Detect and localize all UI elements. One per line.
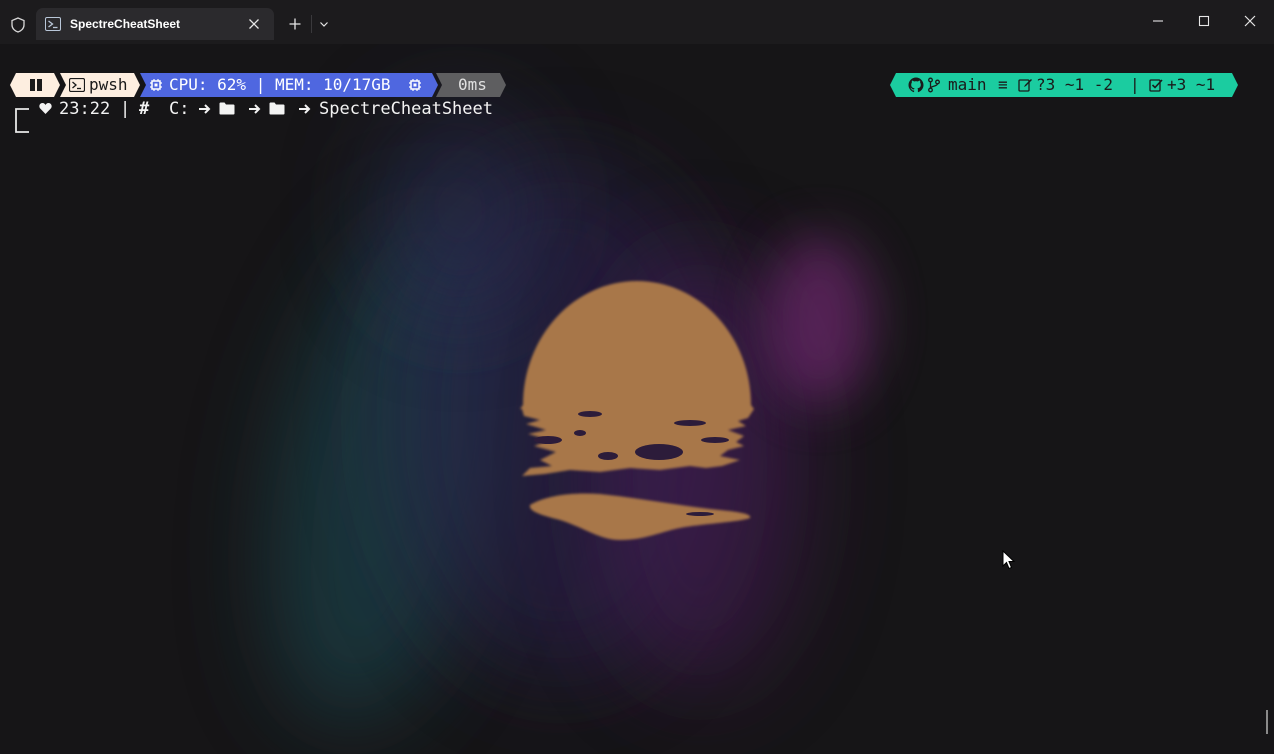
chip-icon	[150, 79, 162, 91]
mouse-pointer-icon	[1002, 550, 1016, 570]
shield-icon[interactable]	[10, 17, 26, 33]
powershell-icon	[45, 17, 61, 31]
hash-symbol: #	[139, 99, 150, 119]
git-separator: |	[1130, 75, 1140, 94]
maximize-icon[interactable]	[1197, 14, 1211, 28]
tab-title: SpectreCheatSheet	[70, 17, 181, 31]
current-folder: SpectreCheatSheet	[319, 99, 493, 119]
git-sync-status: ≡	[998, 75, 1008, 94]
pause-icon	[30, 79, 42, 91]
prompt-segment-git: main ≡ ?3 ~1 -2 | +3 ~1	[890, 73, 1238, 97]
check-icon	[1149, 79, 1163, 92]
close-icon[interactable]	[247, 17, 261, 31]
folder-icon	[269, 102, 285, 115]
minimize-icon[interactable]	[1151, 14, 1165, 28]
shell-name: pwsh	[89, 75, 128, 94]
chevron-down-icon[interactable]	[318, 18, 330, 30]
prompt-segment-pause	[10, 73, 62, 97]
title-bar: SpectreCheatSheet	[0, 0, 1274, 44]
plus-icon[interactable]	[288, 17, 302, 31]
tab-active[interactable]: SpectreCheatSheet	[36, 8, 274, 40]
prompt-separator: |	[120, 99, 131, 119]
duration: 0ms	[458, 75, 487, 94]
background-wallpaper	[269, 100, 875, 726]
terminal-window: SpectreCheatSheet pwsh CPU: 62% | MEM: 1…	[0, 0, 1274, 754]
git-working-changes: ?3 ~1 -2	[1036, 75, 1114, 94]
prompt-segment-system: CPU: 62% | MEM: 10/17GB	[140, 73, 440, 97]
tab-separator	[311, 15, 312, 33]
github-icon	[908, 77, 924, 93]
prompt-segment-duration: 0ms	[436, 73, 508, 97]
terminal-icon	[69, 78, 85, 92]
git-staged-changes: +3 ~1	[1167, 75, 1216, 94]
drive-label: C:	[169, 99, 190, 119]
prompt-segment-shell: pwsh	[60, 73, 142, 97]
system-stats: CPU: 62% | MEM: 10/17GB	[169, 75, 391, 94]
scrollbar-thumb[interactable]	[1266, 710, 1268, 734]
prompt-connector	[15, 108, 29, 133]
arrow-right-icon	[249, 104, 261, 114]
edit-icon	[1018, 79, 1032, 92]
clock: 23:22	[59, 99, 111, 119]
branch-icon	[928, 77, 940, 93]
git-branch: main	[948, 75, 987, 94]
chip-icon	[409, 79, 421, 91]
folder-icon	[219, 102, 235, 115]
close-icon[interactable]	[1243, 14, 1257, 28]
heart-icon	[39, 103, 52, 114]
arrow-right-icon	[299, 104, 311, 114]
arrow-right-icon	[199, 104, 211, 114]
